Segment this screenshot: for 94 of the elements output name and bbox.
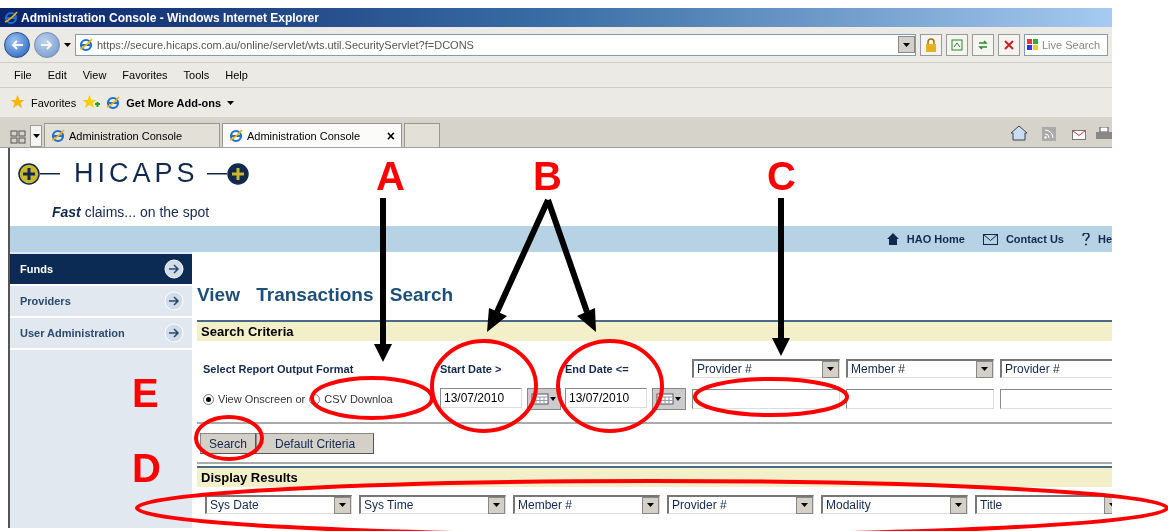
caret-icon <box>801 503 808 507</box>
column-select[interactable]: Provider # <box>667 495 814 514</box>
windows-flag-icon <box>1027 38 1039 51</box>
annotation-label: C <box>767 156 796 196</box>
nav-link[interactable]: He <box>1081 232 1112 246</box>
menu-item[interactable]: File <box>6 69 40 81</box>
radio-option[interactable]: View Onscreen or <box>203 393 306 405</box>
ie-logo-icon <box>79 37 93 52</box>
address-field[interactable]: https://secure.hicaps.com.au/online/servlet/wts.util.SecurityServlet?f=DCONS <box>75 33 916 56</box>
arrow-right-icon <box>164 259 184 279</box>
field-label: Start Date > <box>440 362 503 375</box>
refresh-icon[interactable] <box>972 33 994 56</box>
action-button[interactable]: Default Criteria <box>256 433 375 454</box>
caret-icon <box>493 503 500 507</box>
add-ons-link[interactable]: Get More Add-ons <box>126 96 222 109</box>
menu-item[interactable]: Help <box>217 69 256 81</box>
nav-link[interactable]: Contact Us <box>982 233 1064 245</box>
annotation-ellipse <box>194 415 264 461</box>
calendar-icon <box>531 393 557 405</box>
column-select[interactable]: Modality <box>821 495 968 514</box>
printer-icon[interactable] <box>1096 127 1112 141</box>
browser-tab[interactable]: Administration Console <box>44 123 220 147</box>
page-heading: View Transactions Search <box>197 284 455 306</box>
sidebar-item[interactable]: Funds <box>10 254 192 286</box>
section-header: Search Criteria <box>197 320 1112 341</box>
input-field[interactable] <box>1000 389 1112 409</box>
date-field[interactable]: 13/07/2010 <box>565 388 647 408</box>
caret-icon <box>647 503 654 507</box>
stop-icon[interactable] <box>998 33 1020 56</box>
input-field[interactable] <box>692 389 840 409</box>
envelope-icon <box>982 233 998 245</box>
menu-item[interactable]: Tools <box>175 69 218 81</box>
menu-item[interactable]: View <box>74 69 115 81</box>
filter-select[interactable]: Member # <box>846 359 994 378</box>
caret-icon <box>32 134 40 138</box>
plus-icon <box>18 162 40 185</box>
radio-option[interactable]: CSV Downloa <box>309 393 393 405</box>
nav-link[interactable]: HAO Home <box>886 233 965 245</box>
arrow-right-icon <box>41 39 53 50</box>
column-select[interactable]: Sys Time <box>359 495 506 514</box>
annotation-label: A <box>376 156 405 196</box>
caret-icon <box>903 42 910 47</box>
logo-line-icon <box>40 172 60 175</box>
ie-logo-icon <box>4 10 18 25</box>
mail-icon[interactable] <box>1072 130 1086 140</box>
caret-icon <box>955 503 962 507</box>
calendar-icon <box>656 393 682 405</box>
annotation-label: B <box>533 156 562 196</box>
feed-icon[interactable] <box>1042 127 1056 141</box>
annotation-label: D <box>132 448 161 488</box>
arrow-right-icon <box>164 291 184 311</box>
back-button[interactable] <box>4 31 30 58</box>
logo-wordmark: HICAPS <box>73 158 200 189</box>
menu-item[interactable]: Edit <box>39 69 75 81</box>
input-field[interactable] <box>846 389 994 409</box>
column-select[interactable]: Title <box>975 495 1112 514</box>
help-icon <box>1081 232 1090 246</box>
lock-icon[interactable] <box>920 33 942 56</box>
annotation-label: E <box>132 373 159 413</box>
column-select[interactable]: Member # <box>513 495 660 514</box>
menu-item[interactable]: Favorites <box>114 69 176 81</box>
favorites-label[interactable]: Favorites <box>31 96 77 109</box>
add-favorite-icon[interactable] <box>82 95 101 110</box>
field-label: End Date <= <box>565 362 630 375</box>
filter-select[interactable]: Provider # <box>692 359 840 378</box>
caret-icon <box>64 42 71 47</box>
home-icon[interactable] <box>1010 125 1028 141</box>
column-select[interactable]: Sys Date <box>205 495 352 514</box>
caret-icon <box>981 367 988 371</box>
logo-line-icon <box>206 172 227 175</box>
browser-tab[interactable]: Administration Console × <box>222 123 402 147</box>
tab-list-button[interactable] <box>30 125 42 147</box>
arrow-left-icon <box>11 39 23 50</box>
compatibility-icon[interactable] <box>946 33 968 56</box>
ie-logo-icon <box>229 128 243 143</box>
forward-button[interactable] <box>34 31 60 58</box>
date-field[interactable]: 13/07/2010 <box>440 388 522 408</box>
tagline: Fast claims... on the spot <box>52 204 211 220</box>
caret-icon <box>227 100 235 105</box>
caret-icon <box>827 367 834 371</box>
plus-icon <box>226 162 249 185</box>
close-icon[interactable]: × <box>386 127 395 144</box>
search-field[interactable]: Live Search <box>1024 33 1108 56</box>
caret-icon <box>339 503 346 507</box>
star-icon[interactable] <box>10 95 25 110</box>
arrow-right-icon <box>164 323 184 343</box>
ie-logo-icon <box>51 128 65 143</box>
ie-logo-icon <box>106 95 121 110</box>
field-label: Select Report Output Format <box>203 362 355 375</box>
new-tab[interactable] <box>404 123 440 147</box>
action-button[interactable]: Search <box>200 433 257 454</box>
home-icon <box>886 233 899 245</box>
filter-select[interactable]: Provider # <box>1000 359 1112 378</box>
window-title: Administration Console - Windows Internet Explorer <box>21 10 319 25</box>
